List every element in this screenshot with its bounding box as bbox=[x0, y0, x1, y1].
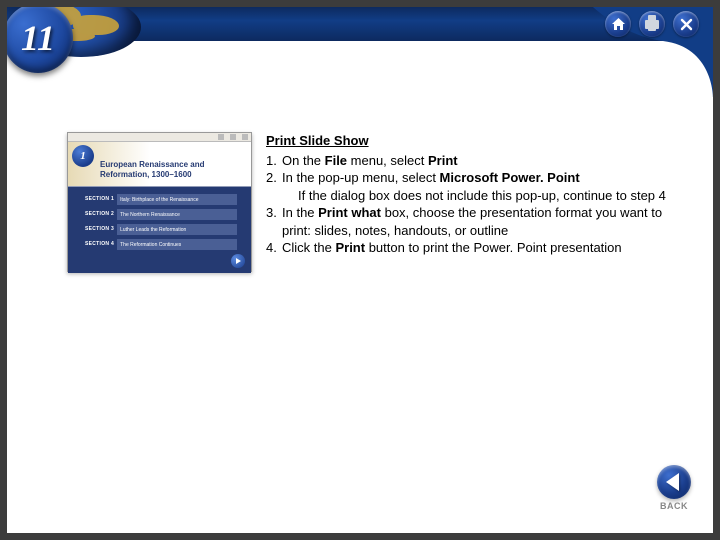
step-number: 1. bbox=[266, 152, 282, 170]
back-button[interactable]: BACK bbox=[657, 465, 691, 511]
instruction-step: 3.In the Print what box, choose the pres… bbox=[266, 204, 673, 239]
step-text: On the File menu, select Print bbox=[282, 152, 673, 170]
print-button[interactable] bbox=[639, 11, 665, 37]
step-number bbox=[266, 187, 282, 205]
thumb-section-row: SECTION 4The Reformation Continues bbox=[82, 239, 237, 250]
slide-thumbnail: European Renaissance and Reformation, 13… bbox=[67, 132, 252, 272]
slide-stage: 11 European Renaissance and Reformation,… bbox=[0, 0, 720, 540]
chapter-number: 11 bbox=[21, 17, 55, 59]
back-arrow-icon bbox=[657, 465, 691, 499]
thumb-titlebar bbox=[68, 133, 251, 142]
printer-icon bbox=[645, 20, 659, 29]
step-text: In the pop-up menu, select Microsoft Pow… bbox=[282, 169, 673, 187]
thumb-next-icon bbox=[231, 254, 245, 268]
back-label: BACK bbox=[657, 501, 691, 511]
step-text: In the Print what box, choose the presen… bbox=[282, 204, 673, 239]
instruction-step: If the dialog box does not include this … bbox=[266, 187, 673, 205]
top-icon-group bbox=[605, 11, 699, 37]
instruction-step: 1.On the File menu, select Print bbox=[266, 152, 673, 170]
instructions: Print Slide Show 1.On the File menu, sel… bbox=[266, 132, 673, 257]
content-area: European Renaissance and Reformation, 13… bbox=[67, 132, 673, 272]
thumb-section-row: SECTION 2The Northern Renaissance bbox=[82, 209, 237, 220]
step-text: Click the Print button to print the Powe… bbox=[282, 239, 673, 257]
thumb-badge bbox=[72, 145, 94, 167]
step-number: 3. bbox=[266, 204, 282, 239]
instruction-step: 2.In the pop-up menu, select Microsoft P… bbox=[266, 169, 673, 187]
home-button[interactable] bbox=[605, 11, 631, 37]
thumb-body: European Renaissance and Reformation, 13… bbox=[68, 142, 251, 273]
step-text: If the dialog box does not include this … bbox=[298, 187, 673, 205]
step-number: 4. bbox=[266, 239, 282, 257]
instruction-step: 4.Click the Print button to print the Po… bbox=[266, 239, 673, 257]
close-button[interactable] bbox=[673, 11, 699, 37]
chapter-badge-group: 11 bbox=[7, 7, 133, 93]
step-number: 2. bbox=[266, 169, 282, 187]
instructions-title: Print Slide Show bbox=[266, 132, 673, 150]
thumb-section-row: SECTION 1Italy: Birthplace of the Renais… bbox=[82, 194, 237, 205]
thumb-title: European Renaissance and Reformation, 13… bbox=[100, 160, 251, 179]
thumb-section-row: SECTION 3Luther Leads the Reformation bbox=[82, 224, 237, 235]
slide-inner: 11 European Renaissance and Reformation,… bbox=[7, 7, 713, 533]
chapter-badge: 11 bbox=[7, 7, 73, 73]
